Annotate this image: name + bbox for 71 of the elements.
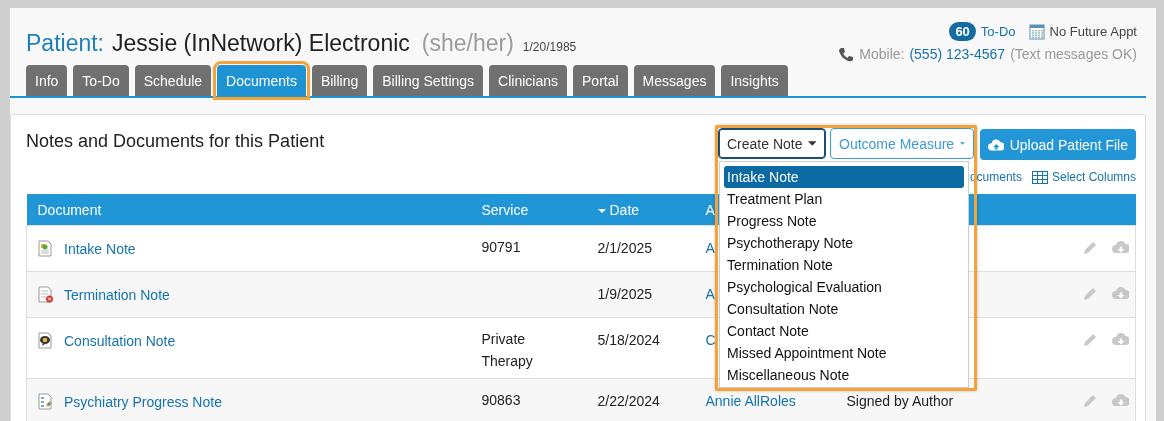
caret-icon bbox=[808, 141, 817, 146]
cloud-download-icon[interactable] bbox=[1112, 286, 1129, 300]
outcome-measure-dropdown[interactable]: Outcome Measure bbox=[830, 128, 974, 159]
todo-link[interactable]: To-Do bbox=[980, 24, 1016, 39]
document-icon bbox=[38, 240, 54, 257]
menu-item[interactable]: Consultation Note bbox=[724, 298, 964, 320]
tab[interactable]: Billing bbox=[311, 65, 368, 96]
author-link[interactable]: C bbox=[705, 332, 716, 348]
create-note-dropdown[interactable]: Create Note bbox=[718, 128, 826, 159]
checklist-icon bbox=[38, 393, 54, 410]
menu-item[interactable]: Intake Note bbox=[724, 166, 964, 188]
author-link[interactable]: A bbox=[705, 240, 715, 256]
appointment-status: No Future Appt bbox=[1049, 24, 1137, 39]
menu-item[interactable]: Treatment Plan bbox=[724, 188, 964, 210]
phone-note: (Text messages OK) bbox=[1010, 46, 1137, 62]
column-header[interactable]: Date bbox=[597, 201, 640, 218]
patient-label: Patient: bbox=[26, 30, 104, 57]
pencil-icon[interactable] bbox=[1082, 332, 1098, 348]
cloud-upload-icon bbox=[988, 137, 1004, 152]
cloud-download-icon[interactable] bbox=[1112, 332, 1129, 346]
select-columns-link[interactable]: Select Columns bbox=[1051, 170, 1136, 184]
menu-item[interactable]: Progress Note bbox=[724, 210, 964, 232]
menu-item[interactable]: Miscellaneous Note bbox=[724, 364, 964, 386]
speech-bubble-icon bbox=[38, 332, 54, 349]
menu-item[interactable]: Missed Appointment Note bbox=[724, 342, 964, 364]
pencil-icon[interactable] bbox=[1082, 393, 1098, 409]
menu-item[interactable]: Contact Note bbox=[724, 320, 964, 342]
panel-title: Notes and Documents for this Patient bbox=[26, 131, 325, 152]
upload-button[interactable]: Upload Patient File bbox=[980, 129, 1136, 160]
table-icon bbox=[1031, 170, 1048, 184]
service-cell-text: Private Therapy bbox=[481, 330, 534, 371]
phone-label: Mobile: bbox=[859, 46, 905, 62]
menu-item[interactable]: Psychotherapy Note bbox=[724, 232, 964, 254]
pencil-icon[interactable] bbox=[1082, 286, 1098, 302]
tab[interactable]: Insights bbox=[721, 65, 788, 96]
caret-icon bbox=[960, 141, 965, 146]
date-cell: 1/9/2025 bbox=[597, 286, 652, 302]
service-cell-text: 90863 bbox=[481, 391, 521, 410]
tab[interactable]: Billing Settings bbox=[373, 65, 484, 96]
calendar-icon bbox=[1028, 23, 1045, 40]
todo-count-badge: 60 bbox=[949, 22, 976, 41]
menu-item[interactable]: Termination Note bbox=[724, 254, 964, 276]
cloud-download-icon[interactable] bbox=[1112, 393, 1129, 407]
tab[interactable]: Messages bbox=[633, 65, 716, 96]
date-cell: 2/22/2024 bbox=[597, 393, 660, 409]
column-header[interactable]: Document bbox=[37, 201, 102, 218]
cloud-download-icon[interactable] bbox=[1112, 240, 1129, 254]
document-link[interactable]: Consultation Note bbox=[64, 332, 176, 349]
column-header[interactable]: A bbox=[705, 201, 715, 218]
patient-name: Jessie (InNetwork) Electronic bbox=[112, 30, 410, 57]
author-link[interactable]: A bbox=[705, 286, 715, 302]
tab[interactable]: To-Do bbox=[73, 65, 129, 96]
tab[interactable]: Clinicians bbox=[489, 65, 568, 96]
phone-icon bbox=[838, 46, 855, 62]
document-link[interactable]: Termination Note bbox=[64, 286, 170, 303]
phone-link[interactable]: (555) 123-4567 bbox=[909, 46, 1006, 62]
status-cell: Signed by Author bbox=[846, 393, 954, 409]
tab[interactable]: Portal bbox=[573, 65, 628, 96]
tab[interactable]: Schedule bbox=[134, 65, 212, 96]
document-link[interactable]: Intake Note bbox=[64, 240, 136, 257]
document-link[interactable]: Psychiatry Progress Note bbox=[64, 393, 222, 410]
tab[interactable]: Info bbox=[26, 65, 68, 96]
birth-date: 1/20/1985 bbox=[522, 40, 577, 54]
sort-caret-icon bbox=[597, 208, 606, 213]
menu-item[interactable]: Psychological Evaluation bbox=[724, 276, 964, 298]
service-cell-text: 90791 bbox=[481, 238, 521, 257]
date-cell: 2/1/2025 bbox=[597, 240, 652, 256]
date-cell: 5/18/2024 bbox=[597, 332, 660, 348]
document-error-icon bbox=[38, 286, 54, 303]
pencil-icon[interactable] bbox=[1082, 240, 1098, 256]
pronouns: (she/her) bbox=[421, 30, 514, 57]
